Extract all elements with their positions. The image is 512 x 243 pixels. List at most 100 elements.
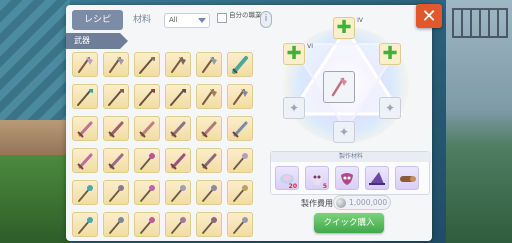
recipe-cell[interactable] [103,148,129,173]
filter-value: All [169,16,178,24]
upgrade-slot-right[interactable]: ✚ [379,43,401,65]
material-item[interactable]: 20 [275,166,299,190]
recipe-cell[interactable] [196,52,222,77]
upgrade-slot-empty[interactable]: ✦ [379,97,401,119]
cost-value: 1,000,000 [349,198,388,207]
close-button[interactable]: ✕ [416,4,442,28]
recipe-cell[interactable] [134,84,160,109]
axe-icon [171,56,186,73]
recipe-cell[interactable] [165,116,191,141]
slot-number: VI [307,43,313,50]
own-job-checkbox[interactable] [217,13,227,23]
staff-icon [78,216,93,234]
recipe-cell[interactable] [227,180,253,205]
recipe-cell[interactable] [72,84,98,109]
staff-icon [109,216,124,234]
recipe-cell[interactable] [103,52,129,77]
staff-icon [171,184,186,202]
staff-icon [109,184,124,202]
recipe-cell[interactable] [134,180,160,205]
material-item[interactable] [335,166,359,190]
sparkle-icon: ✦ [338,125,350,139]
staff-icon [140,216,155,234]
axe-icon [202,88,217,105]
spear-icon [139,56,155,74]
recipe-cell[interactable] [165,180,191,205]
recipe-cell[interactable] [72,212,98,237]
material-count: 20 [288,183,297,190]
recipe-cell[interactable] [227,116,253,141]
recipe-cell[interactable] [196,180,222,205]
sword-icon [232,121,248,138]
sword-icon [170,121,186,138]
cost-label: 製作費用: [301,199,336,208]
upgrade-slot-vi[interactable]: ✚ VI [283,43,313,65]
materials-panel: 製作材料 20 5 [270,151,431,195]
plus-icon: ✚ [382,43,398,64]
close-icon: ✕ [421,5,437,27]
recipe-cell[interactable] [196,116,222,141]
recipe-cell[interactable] [134,52,160,77]
recipe-cell[interactable] [165,212,191,237]
target-item-slot[interactable] [323,71,355,103]
axe-icon [109,56,124,73]
sparkle-icon: ✦ [384,101,396,115]
material-item[interactable] [395,166,419,190]
hat-icon [369,172,385,185]
material-item[interactable] [365,166,389,190]
staff-icon [233,152,248,170]
recipe-cell[interactable] [134,148,160,173]
axe-icon [78,56,93,73]
staff-icon [140,152,155,170]
own-job-label: 自分の職業 [229,11,262,19]
axe-icon [331,77,347,97]
upgrade-slot-empty[interactable]: ✦ [333,121,355,143]
recipe-cell[interactable] [196,84,222,109]
scene-railing [452,8,508,38]
recipe-cell[interactable] [196,212,222,237]
mask-icon [341,173,353,185]
scene-grass [0,155,70,243]
spear-icon [77,88,93,106]
recipe-cell[interactable] [165,148,191,173]
cost-value-box: 1,000,000 [333,195,391,210]
recipe-cell[interactable] [134,212,160,237]
recipe-cell[interactable] [72,116,98,141]
quick-buy-button[interactable]: クイック購入 [314,213,384,233]
upgrade-slot-empty[interactable]: ✦ [283,97,305,119]
slot-number: IV [357,17,363,24]
recipe-cell[interactable] [227,148,253,173]
upgrade-slot-iv[interactable]: ✚ IV [333,17,363,39]
recipe-cell[interactable] [165,52,191,77]
tab-materials[interactable]: 材料 [123,10,161,30]
staff-icon [202,216,217,234]
recipe-cell[interactable] [165,84,191,109]
axe-icon [202,56,217,73]
recipe-cell[interactable] [103,84,129,109]
zeny-coin-icon [336,198,346,208]
recipe-cell[interactable] [72,148,98,173]
recipe-cell[interactable] [72,180,98,205]
filter-dropdown[interactable]: All [164,13,210,28]
recipe-cell[interactable] [72,52,98,77]
sword-icon [108,121,124,138]
upgrade-area: ✚ IV ✚ VI ✚ ✦ ✦ ✦ [271,9,421,149]
sword-icon [77,121,93,138]
spear-icon [108,88,124,106]
recipe-cell[interactable] [227,212,253,237]
recipe-cell[interactable] [103,212,129,237]
recipe-cell[interactable] [227,52,253,77]
tab-recipe[interactable]: レシピ [72,10,124,30]
recipe-cell[interactable] [103,180,129,205]
recipe-cell[interactable] [134,116,160,141]
recipe-cell[interactable] [227,84,253,109]
category-label: 武器 [66,33,128,49]
plus-icon: ✚ [336,17,352,38]
crafting-dialog: レシピ 材料 All 自分の職業 i 武器 ✚ IV ✚ VI ✚ ✦ ✦ ✦ … [66,5,432,241]
staff-icon [140,184,155,202]
recipe-cell[interactable] [103,116,129,141]
material-item[interactable]: 5 [305,166,329,190]
sword-icon [139,121,155,138]
recipe-cell[interactable] [196,148,222,173]
staff-icon [78,184,93,202]
